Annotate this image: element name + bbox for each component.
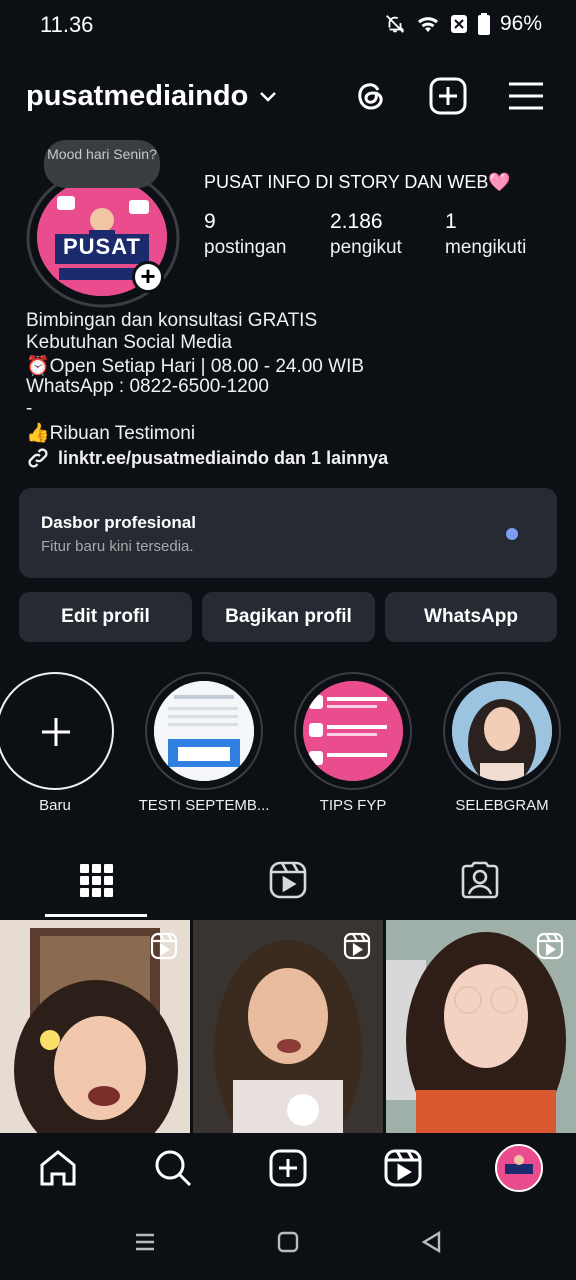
highlight-label: Baru bbox=[39, 797, 71, 814]
home-icon[interactable] bbox=[38, 1148, 78, 1188]
highlight-testi[interactable] bbox=[145, 672, 263, 790]
mood-note[interactable]: Mood hari Senin? bbox=[44, 140, 160, 188]
mute-bell-icon bbox=[386, 15, 405, 33]
reel-badge-icon bbox=[343, 932, 371, 960]
active-tab-indicator bbox=[45, 914, 147, 917]
highlight-selebgram[interactable] bbox=[443, 672, 561, 790]
highlight-label: SELEBGRAM bbox=[455, 797, 549, 814]
new-feature-dot bbox=[506, 528, 518, 540]
post-thumbnail[interactable] bbox=[193, 920, 383, 1133]
reels-nav-icon[interactable] bbox=[383, 1148, 423, 1188]
tagged-tab-icon[interactable] bbox=[460, 860, 500, 900]
highlight-label: TIPS FYP bbox=[319, 797, 387, 814]
home-button-icon[interactable] bbox=[277, 1231, 299, 1253]
dashboard-title: Dasbor profesional bbox=[41, 513, 196, 532]
highlight-label: TESTI SEPTEMB... bbox=[138, 797, 270, 814]
link-icon bbox=[28, 448, 48, 468]
create-icon[interactable] bbox=[268, 1148, 308, 1188]
new-highlight-button[interactable] bbox=[0, 672, 114, 790]
profile-nav-avatar[interactable] bbox=[495, 1144, 543, 1192]
account-switcher[interactable]: pusatmediaindo bbox=[26, 80, 278, 113]
menu-icon[interactable] bbox=[506, 76, 546, 116]
share-profile-button[interactable]: Bagikan profil bbox=[202, 592, 375, 642]
bio-line: 👍Ribuan Testimoni bbox=[26, 423, 196, 444]
search-icon[interactable] bbox=[153, 1148, 193, 1188]
bio-link-text: linktr.ee/pusatmediaindo dan 1 lainnya bbox=[58, 447, 389, 468]
reel-badge-icon bbox=[536, 932, 564, 960]
posts-label[interactable]: postingan bbox=[204, 237, 286, 259]
following-label[interactable]: mengikuti bbox=[445, 237, 526, 259]
reels-tab-icon[interactable] bbox=[268, 860, 308, 900]
plus-icon bbox=[42, 718, 70, 746]
bio-line: WhatsApp : 0822-6500-1200 bbox=[26, 376, 269, 397]
profile-category: PUSAT INFO DI STORY DAN WEB🩷 bbox=[204, 172, 511, 192]
battery-icon bbox=[477, 13, 490, 35]
bio-line: Bimbingan dan konsultasi GRATIS bbox=[26, 310, 318, 331]
add-story-button[interactable]: + bbox=[132, 261, 164, 293]
status-time: 11.36 bbox=[40, 12, 94, 37]
chevron-down-icon bbox=[260, 91, 277, 102]
followers-label[interactable]: pengikut bbox=[330, 237, 402, 259]
grid-tab-icon[interactable] bbox=[76, 860, 116, 900]
wifi-icon bbox=[417, 17, 438, 32]
avatar-logo-text: PUSAT bbox=[63, 234, 141, 259]
bio-line: ⏰Open Setiap Hari | 08.00 - 24.00 WIB bbox=[26, 356, 365, 377]
post-thumbnail[interactable] bbox=[386, 920, 576, 1133]
whatsapp-button[interactable]: WhatsApp bbox=[385, 592, 557, 642]
highlight-thumbnail bbox=[452, 681, 552, 781]
bio-line: Kebutuhan Social Media bbox=[26, 332, 232, 353]
bio-line: - bbox=[26, 398, 33, 419]
following-count[interactable]: 1 bbox=[445, 210, 457, 234]
edit-profile-button[interactable]: Edit profil bbox=[19, 592, 192, 642]
back-icon[interactable] bbox=[420, 1230, 442, 1254]
create-post-icon[interactable] bbox=[428, 76, 468, 116]
dashboard-subtitle: Fitur baru kini tersedia. bbox=[41, 538, 194, 555]
status-icons: 96% bbox=[384, 12, 542, 36]
username: pusatmediaindo bbox=[26, 80, 249, 112]
sim-x-icon bbox=[450, 15, 467, 33]
highlight-thumbnail bbox=[303, 681, 403, 781]
posts-count[interactable]: 9 bbox=[204, 210, 216, 234]
highlight-tips-fyp[interactable] bbox=[294, 672, 412, 790]
threads-icon[interactable] bbox=[350, 76, 390, 116]
bio-link[interactable]: linktr.ee/pusatmediaindo dan 1 lainnya bbox=[26, 446, 388, 470]
highlight-thumbnail bbox=[154, 681, 254, 781]
battery-percent: 96% bbox=[499, 12, 542, 35]
post-thumbnail[interactable] bbox=[0, 920, 190, 1133]
professional-dashboard[interactable] bbox=[19, 488, 557, 578]
reel-badge-icon bbox=[150, 932, 178, 960]
recent-apps-icon[interactable] bbox=[134, 1232, 156, 1252]
followers-count[interactable]: 2.186 bbox=[330, 210, 383, 234]
